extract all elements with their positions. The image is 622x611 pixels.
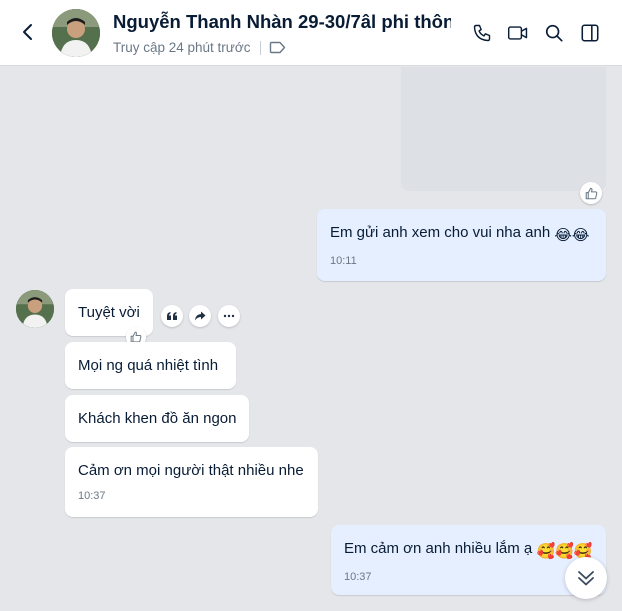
last-active-text: Truy cập 24 phút trước [113, 40, 251, 55]
message-text: Tuyệt vời [78, 304, 140, 321]
last-active-status: Truy cập 24 phút trước [113, 40, 286, 55]
contact-avatar[interactable] [52, 9, 100, 57]
forward-button[interactable] [189, 305, 211, 327]
sidebar-toggle-icon [581, 24, 599, 42]
incoming-message[interactable]: Cảm ơn mọi người thật nhiều nhe 10:37 [65, 447, 318, 517]
message-text: Em gửi anh xem cho vui nha anh [330, 224, 551, 241]
scroll-to-bottom-button[interactable] [565, 557, 607, 599]
phone-icon [473, 24, 491, 42]
back-button[interactable] [16, 20, 40, 44]
more-options-button[interactable] [218, 305, 240, 327]
incoming-message[interactable]: Mọi ng quá nhiệt tình [65, 342, 236, 389]
message-text: Em cảm ơn anh nhiều lắm ạ [344, 540, 533, 557]
more-icon [223, 314, 235, 318]
outgoing-message[interactable]: Em cảm ơn anh nhiều lắm ạ 🥰🥰🥰 10:37 [331, 525, 606, 595]
message-text: Khách khen đồ ăn ngon [78, 410, 237, 427]
chevron-left-icon [23, 24, 32, 40]
quote-icon [167, 312, 177, 320]
video-camera-icon [507, 26, 528, 40]
laughing-emoji: 😂😂 [554, 227, 590, 244]
search-button[interactable] [541, 20, 567, 46]
tag-icon[interactable] [269, 41, 286, 54]
search-icon [545, 24, 563, 42]
chat-header: Nguyễn Thanh Nhàn 29-30/7âl phi thông Tr… [0, 0, 622, 66]
outgoing-message[interactable]: Em gửi anh xem cho vui nha anh 😂😂 10:11 [317, 209, 606, 281]
message-time: 10:37 [78, 490, 106, 502]
video-call-button[interactable] [505, 20, 531, 46]
react-button[interactable] [580, 182, 602, 204]
double-chevron-down-icon [578, 571, 594, 586]
reply-button[interactable] [161, 305, 183, 327]
divider [260, 40, 262, 55]
incoming-message[interactable]: Khách khen đồ ăn ngon [65, 395, 249, 442]
thumbs-up-icon [585, 187, 597, 199]
conversation-info-button[interactable] [577, 20, 603, 46]
message-text: Cảm ơn mọi người thật nhiều nhe [78, 462, 304, 479]
image-attachment[interactable] [401, 67, 606, 191]
call-button[interactable] [469, 20, 495, 46]
message-time: 10:11 [330, 255, 357, 267]
share-icon [195, 311, 206, 321]
sender-avatar[interactable] [16, 290, 54, 328]
message-text: Mọi ng quá nhiệt tình [78, 357, 219, 374]
message-time: 10:37 [344, 571, 372, 583]
contact-name[interactable]: Nguyễn Thanh Nhàn 29-30/7âl phi thông [113, 11, 451, 33]
